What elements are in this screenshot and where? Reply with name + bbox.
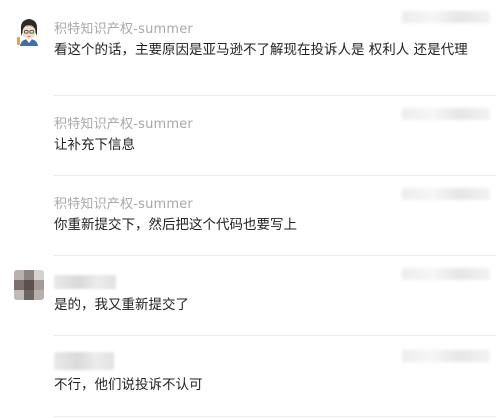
author-blurred xyxy=(54,352,114,370)
author-blurred xyxy=(54,275,116,289)
cartoon-girl-avatar-icon[interactable] xyxy=(14,16,44,46)
comment-thread: 积特知识产权-summer 看这个的话，主要原因是亚马逊不了解现在投诉人是 权利… xyxy=(0,0,496,418)
comment-divider xyxy=(54,416,496,417)
comment-author[interactable]: 积特知识产权-summer xyxy=(54,18,193,37)
timestamp-blurred xyxy=(402,11,490,23)
timestamp-blurred xyxy=(402,108,490,120)
comment-item: 积特知识产权-summer 你重新提交下，然后把这个代码也要写上 xyxy=(0,176,496,256)
comment-item: 是的，我又重新提交了 xyxy=(0,256,496,336)
comment-author[interactable]: 积特知识产权-summer xyxy=(54,113,193,132)
timestamp-blurred xyxy=(402,188,490,200)
comment-author[interactable]: 积特知识产权-summer xyxy=(54,193,193,212)
timestamp-blurred xyxy=(402,350,490,362)
comment-text: 看这个的话，主要原因是亚马逊不了解现在投诉人是 权利人 还是代理 xyxy=(54,42,468,58)
timestamp-blurred xyxy=(402,268,490,280)
comment-text: 是的，我又重新提交了 xyxy=(54,297,189,313)
comment-item: 积特知识产权-summer 让补充下信息 xyxy=(0,96,496,176)
comment-text: 不行，他们说投诉不认可 xyxy=(54,377,203,393)
comment-text: 让补充下信息 xyxy=(54,137,135,153)
comment-text: 你重新提交下，然后把这个代码也要写上 xyxy=(54,217,297,233)
comment-item: 积特知识产权-summer 看这个的话，主要原因是亚马逊不了解现在投诉人是 权利… xyxy=(0,0,496,96)
blurred-photo-avatar-icon[interactable] xyxy=(14,270,44,300)
comment-item: 不行，他们说投诉不认可 xyxy=(0,336,496,418)
